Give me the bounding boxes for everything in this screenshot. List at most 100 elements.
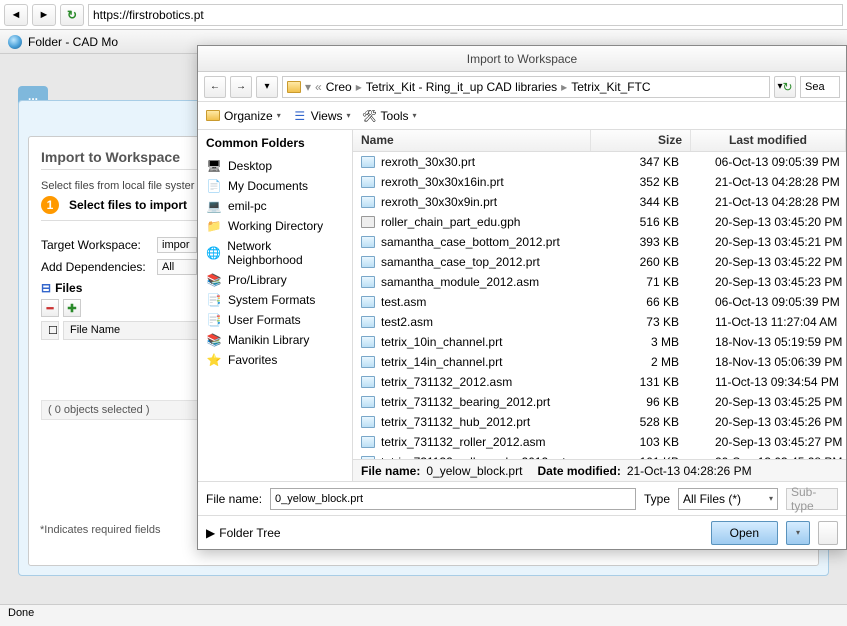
- pc-icon: 💻: [206, 199, 222, 213]
- file-row[interactable]: tetrix_731132_roller_axle_2012.prt101 KB…: [353, 452, 846, 459]
- crumb-0[interactable]: Creo: [326, 80, 352, 94]
- file-row[interactable]: samantha_case_top_2012.prt260 KB20-Sep-1…: [353, 252, 846, 272]
- file-row[interactable]: tetrix_731132_roller_2012.asm103 KB20-Se…: [353, 432, 846, 452]
- remove-row-button[interactable]: ━: [41, 299, 59, 317]
- file-row[interactable]: tetrix_731132_hub_2012.prt528 KB20-Sep-1…: [353, 412, 846, 432]
- file-icon: [361, 176, 375, 188]
- file-row[interactable]: samantha_case_bottom_2012.prt393 KB20-Se…: [353, 232, 846, 252]
- file-row[interactable]: roller_chain_part_edu.gph516 KB20-Sep-13…: [353, 212, 846, 232]
- fmt-icon: 📑: [206, 313, 222, 327]
- add-row-button[interactable]: ✚: [63, 299, 81, 317]
- lib-icon: 📚: [206, 273, 222, 287]
- cancel-button[interactable]: [818, 521, 838, 545]
- docs-icon: 📄: [206, 179, 222, 193]
- file-list[interactable]: rexroth_30x30.prt347 KB06-Oct-13 09:05:3…: [353, 152, 846, 459]
- common-folders-sidebar: Common Folders 🖥Desktop📄My Documents💻emi…: [198, 130, 353, 481]
- sidebar-item-network-neighborhood[interactable]: 🌐Network Neighborhood: [198, 236, 352, 270]
- dialog-nav: ← → ▾ ▾« Creo▸ Tetrix_Kit - Ring_it_up C…: [198, 72, 846, 102]
- add-deps-label: Add Dependencies:: [41, 260, 151, 274]
- file-icon: [361, 436, 375, 448]
- file-row[interactable]: test.asm66 KB06-Oct-13 09:05:39 PM: [353, 292, 846, 312]
- crumb-1[interactable]: Tetrix_Kit - Ring_it_up CAD libraries: [366, 80, 557, 94]
- filename-label: File name:: [206, 492, 262, 506]
- browser-topnav: ◄ ► ↻ https://firstrobotics.pt: [0, 0, 847, 30]
- sidebar-item-manikin-library[interactable]: 📚Manikin Library: [198, 330, 352, 350]
- add-deps-value[interactable]: All: [157, 259, 197, 275]
- sidebar-item-pro-library[interactable]: 📚Pro/Library: [198, 270, 352, 290]
- file-pane: Name Size Last modified rexroth_30x30.pr…: [353, 130, 846, 481]
- sidebar-item-my-documents[interactable]: 📄My Documents: [198, 176, 352, 196]
- dlg-up-button[interactable]: ▾: [256, 76, 278, 98]
- forward-button[interactable]: ►: [32, 4, 56, 26]
- reload-button[interactable]: ↻: [60, 4, 84, 26]
- workdir-icon: 📁: [206, 219, 222, 233]
- sidebar-item-system-formats[interactable]: 📑System Formats: [198, 290, 352, 310]
- file-icon: [361, 316, 375, 328]
- page-title: Folder - CAD Mo: [28, 35, 118, 49]
- reload-icon: ↻: [67, 8, 77, 22]
- folder-tree-toggle[interactable]: ▶ Folder Tree: [206, 526, 703, 540]
- lib-icon: 📚: [206, 333, 222, 347]
- tools-menu[interactable]: 🛠 Tools▾: [363, 109, 417, 123]
- back-button[interactable]: ◄: [4, 4, 28, 26]
- globe-icon: [8, 35, 22, 49]
- net-icon: 🌐: [206, 246, 221, 260]
- open-button[interactable]: Open: [711, 521, 778, 545]
- folder-icon: [287, 81, 301, 93]
- file-row[interactable]: rexroth_30x30.prt347 KB06-Oct-13 09:05:3…: [353, 152, 846, 172]
- dlg-forward-button[interactable]: →: [230, 76, 252, 98]
- files-checkbox-col[interactable]: ☐: [41, 321, 59, 340]
- file-icon: [361, 336, 375, 348]
- col-size[interactable]: Size: [591, 130, 691, 151]
- file-icon: [361, 216, 375, 228]
- file-dialog: Import to Workspace ← → ▾ ▾« Creo▸ Tetri…: [197, 45, 847, 550]
- type-label: Type: [644, 492, 670, 506]
- file-icon: [361, 156, 375, 168]
- fav-icon: ⭐: [206, 353, 222, 367]
- file-icon: [361, 376, 375, 388]
- file-icon: [361, 296, 375, 308]
- sidebar-item-user-formats[interactable]: 📑User Formats: [198, 310, 352, 330]
- file-row[interactable]: samantha_module_2012.asm71 KB20-Sep-13 0…: [353, 272, 846, 292]
- sidebar-item-desktop[interactable]: 🖥Desktop: [198, 156, 352, 176]
- crumb-2[interactable]: Tetrix_Kit_FTC: [571, 80, 650, 94]
- file-icon: [361, 416, 375, 428]
- sidebar-header: Common Folders: [198, 134, 352, 156]
- dialog-title: Import to Workspace: [198, 46, 846, 72]
- file-row[interactable]: tetrix_14in_channel.prt2 MB18-Nov-13 05:…: [353, 352, 846, 372]
- expand-icon: ▶: [206, 526, 215, 540]
- file-icon: [361, 196, 375, 208]
- views-icon: ☰: [293, 109, 307, 123]
- file-row[interactable]: tetrix_731132_2012.asm131 KB11-Oct-13 09…: [353, 372, 846, 392]
- organize-icon: [206, 109, 220, 123]
- file-row[interactable]: rexroth_30x30x16in.prt352 KB21-Oct-13 04…: [353, 172, 846, 192]
- type-select[interactable]: All Files (*)▾: [678, 488, 778, 510]
- search-input[interactable]: Sea: [800, 76, 840, 98]
- tools-icon: 🛠: [363, 109, 377, 123]
- target-workspace-value[interactable]: impor: [157, 237, 197, 253]
- file-icon: [361, 396, 375, 408]
- dlg-refresh-button[interactable]: ▾↻: [774, 76, 796, 98]
- sidebar-item-favorites[interactable]: ⭐Favorites: [198, 350, 352, 370]
- fmt-icon: 📑: [206, 293, 222, 307]
- file-row[interactable]: rexroth_30x30x9in.prt344 KB21-Oct-13 04:…: [353, 192, 846, 212]
- open-dropdown-button[interactable]: ▾: [786, 521, 810, 545]
- breadcrumb[interactable]: ▾« Creo▸ Tetrix_Kit - Ring_it_up CAD lib…: [282, 76, 770, 98]
- file-row[interactable]: test2.asm73 KB11-Oct-13 11:27:04 AM: [353, 312, 846, 332]
- col-name[interactable]: Name: [353, 130, 591, 151]
- filename-input[interactable]: [270, 488, 636, 510]
- sidebar-item-working-directory[interactable]: 📁Working Directory: [198, 216, 352, 236]
- sidebar-item-emil-pc[interactable]: 💻emil-pc: [198, 196, 352, 216]
- file-icon: [361, 356, 375, 368]
- collapse-icon[interactable]: ⊟: [41, 281, 51, 295]
- file-status-bar: File name:0_yelow_block.prt Date modifie…: [353, 459, 846, 481]
- dlg-back-button[interactable]: ←: [204, 76, 226, 98]
- views-menu[interactable]: ☰ Views▾: [293, 109, 351, 123]
- col-modified[interactable]: Last modified: [691, 130, 846, 151]
- organize-menu[interactable]: Organize▾: [206, 109, 281, 123]
- file-row[interactable]: tetrix_10in_channel.prt3 MB18-Nov-13 05:…: [353, 332, 846, 352]
- target-workspace-label: Target Workspace:: [41, 238, 151, 252]
- file-icon: [361, 276, 375, 288]
- address-bar[interactable]: https://firstrobotics.pt: [88, 4, 843, 26]
- file-row[interactable]: tetrix_731132_bearing_2012.prt96 KB20-Se…: [353, 392, 846, 412]
